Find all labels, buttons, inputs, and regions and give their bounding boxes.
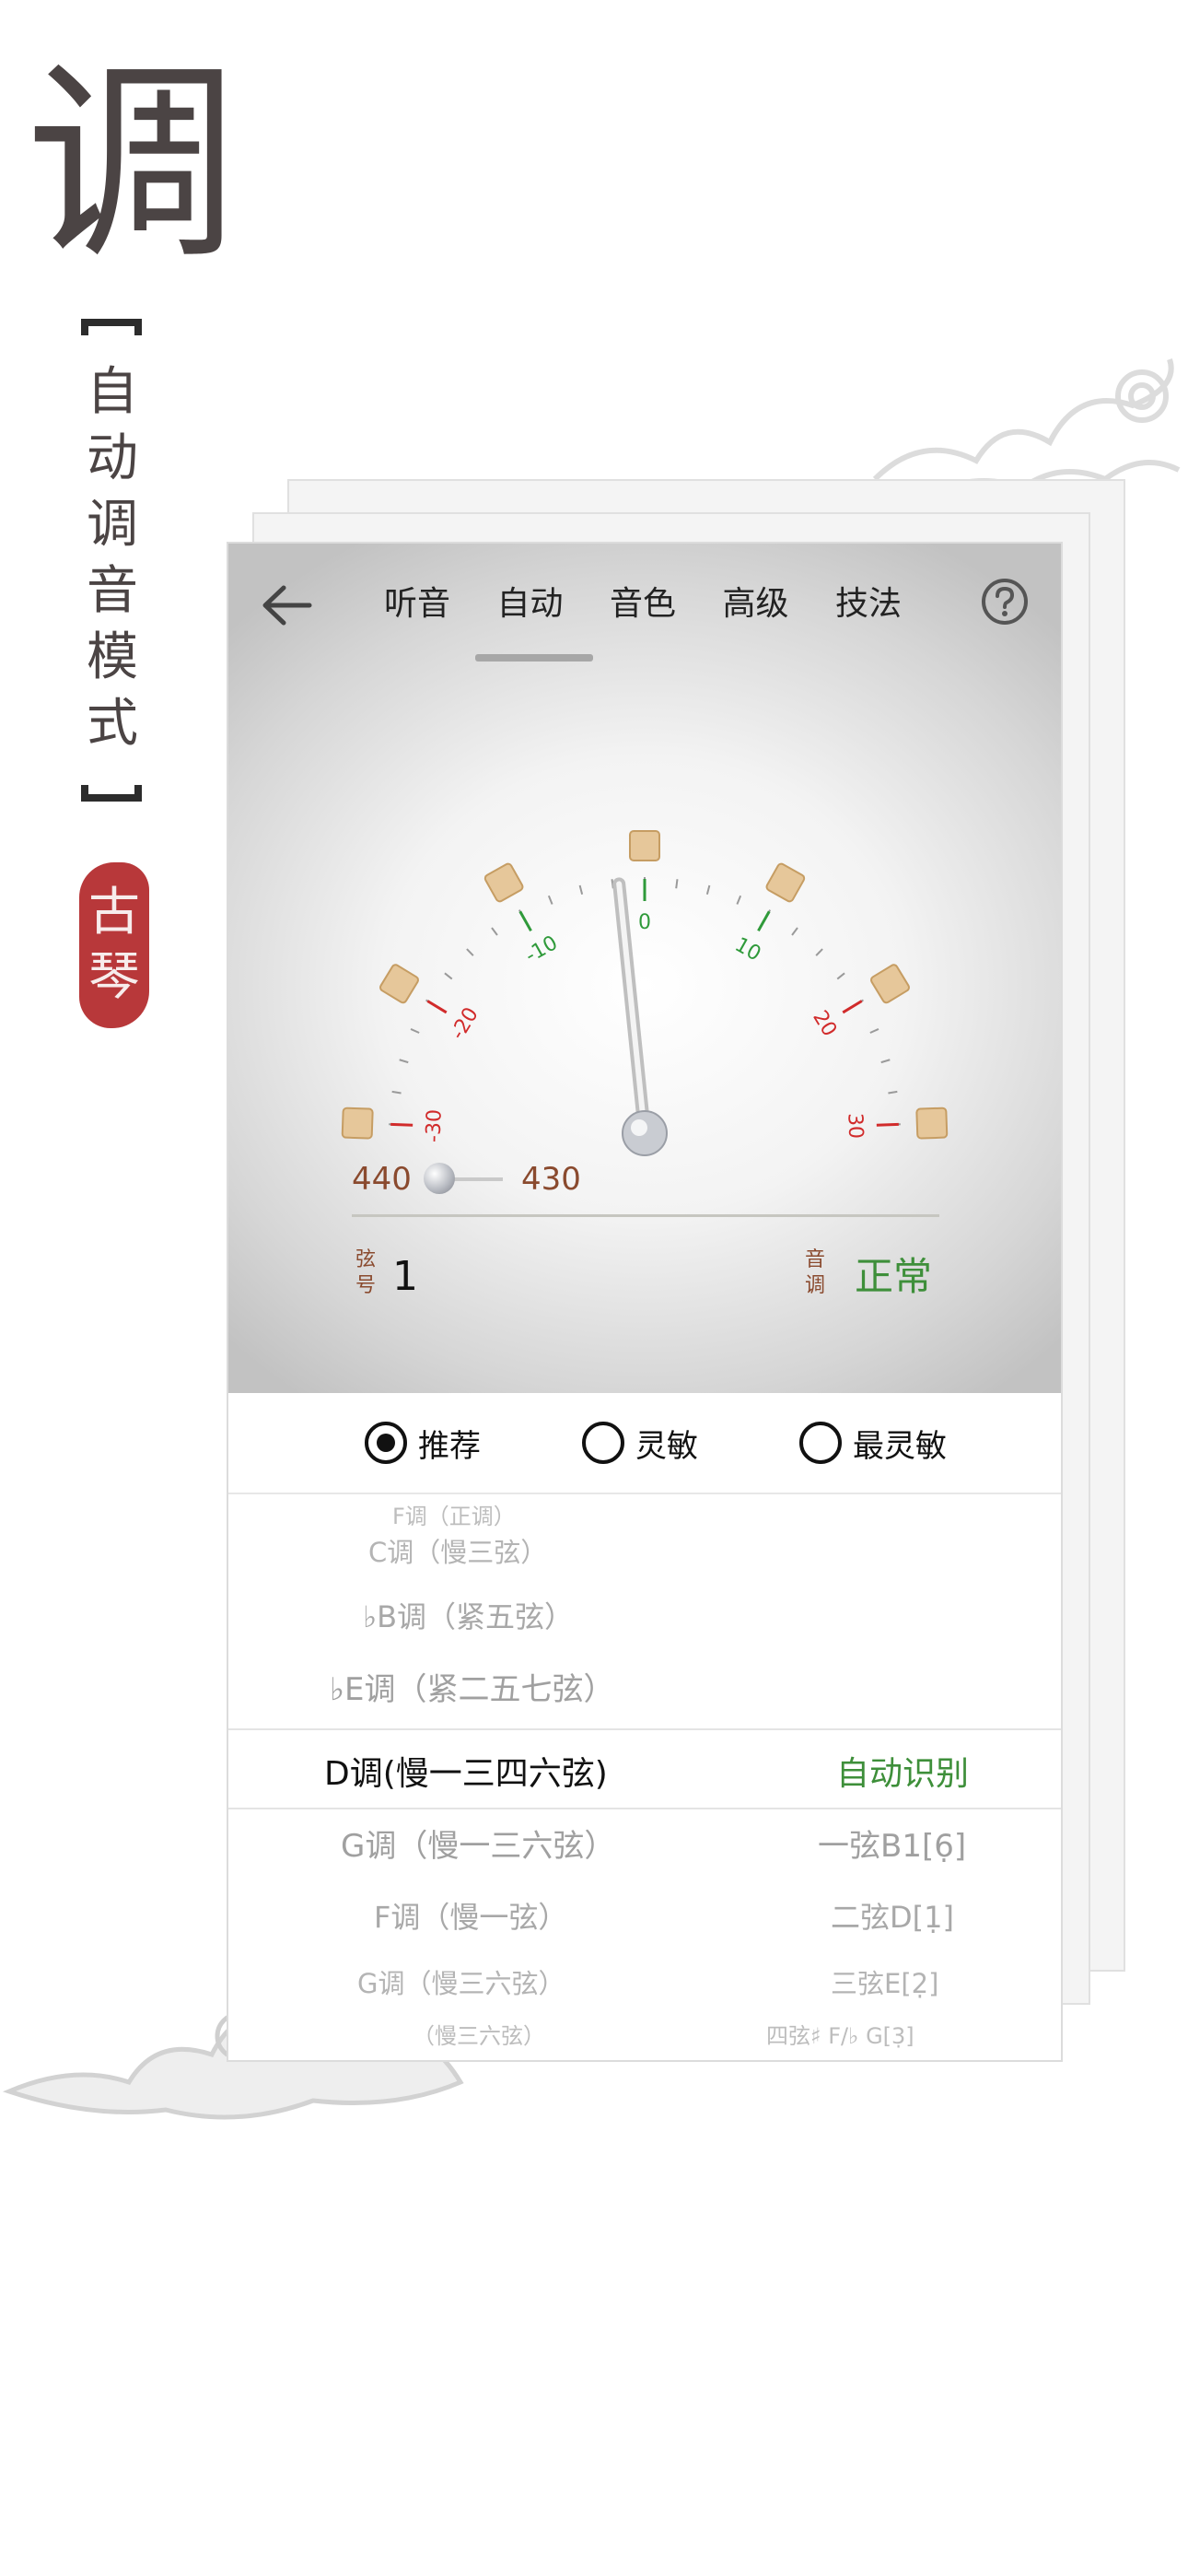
gauge-tick-label: -10 (521, 931, 562, 967)
key-option[interactable]: ♭B调（紧五弦） (363, 1594, 574, 1636)
gauge-tick-label: 0 (638, 911, 651, 934)
gauge-minor-tick (466, 948, 474, 956)
key-option[interactable]: C调（慢三弦） (368, 1531, 547, 1570)
tab-bar: 听音 自动 音色 高级 技法 (376, 577, 910, 632)
tone-status-value: 正常 (855, 1254, 933, 1299)
tuner-panel: 听音 自动 音色 高级 技法 -30 -20 -10 0 10 20 30 440 430 … (228, 544, 1061, 1393)
sensitivity-options: 推荐 灵敏 最灵敏 (228, 1393, 1061, 1494)
gauge-minor-tick (547, 895, 553, 905)
key-option[interactable]: G调（慢三六弦） (357, 1962, 565, 2001)
radio-sensitive[interactable] (582, 1422, 624, 1464)
instrument-seal: 古琴 (79, 862, 149, 1028)
gauge-minor-tick (815, 948, 823, 956)
tuning-peg (379, 964, 419, 1004)
option-most-sensitive[interactable]: 最灵敏 (799, 1417, 947, 1469)
needle-pivot-shine (631, 1119, 647, 1136)
key-option[interactable]: G调（慢一三六弦） (341, 1821, 615, 1866)
gauge-minor-tick (675, 879, 679, 889)
gauge-minor-tick (391, 1090, 402, 1095)
gauge-minor-tick (578, 884, 584, 895)
bracket-top (81, 319, 142, 335)
key-option[interactable]: （慢三六弦） (413, 2018, 545, 2050)
string-note: 二弦D[1̣] (831, 1900, 954, 1935)
gauge-major-tick (876, 1122, 899, 1127)
gauge-major-tick (842, 1000, 863, 1014)
string-note: 一弦B1[6̣] (818, 1828, 967, 1865)
reference-pitch-left: 440 (352, 1161, 412, 1198)
gauge-minor-tick (705, 884, 711, 895)
app-screen: 听音 自动 音色 高级 技法 -30 -20 -10 0 10 20 30 440 430 … (227, 542, 1063, 2062)
active-tab-indicator (475, 654, 593, 662)
gauge-minor-tick (399, 1059, 409, 1064)
gauge-minor-tick (888, 1090, 898, 1095)
radio-recommended[interactable] (365, 1422, 407, 1464)
gauge-major-tick (757, 910, 771, 932)
tuning-peg (915, 1107, 949, 1140)
reference-pitch-knob[interactable] (424, 1163, 455, 1194)
tab-technique[interactable]: 技法 (827, 577, 910, 632)
key-option[interactable]: ♭E调（紧二五七弦） (330, 1664, 615, 1709)
string-note: 三弦E[2̣] (831, 1968, 939, 1999)
reference-pitch-right: 430 (521, 1161, 581, 1198)
gauge-minor-tick (410, 1028, 420, 1034)
title-character: 调 (26, 42, 239, 288)
option-recommended-label: 推荐 (418, 1427, 481, 1465)
tuning-peg (341, 1107, 374, 1140)
gauge-major-tick (390, 1122, 413, 1127)
key-option[interactable]: F调（慢一弦） (374, 1894, 567, 1937)
gauge-minor-tick (444, 972, 453, 980)
gauge-minor-tick (869, 1028, 879, 1034)
radio-most-sensitive[interactable] (799, 1422, 842, 1464)
mode-title: 自动调音模式 (87, 362, 138, 754)
auto-detect-button[interactable]: 自动识别 (836, 1747, 969, 1795)
tuning-peg (483, 862, 524, 903)
gauge-minor-tick (736, 895, 742, 905)
tuning-peg (765, 862, 806, 903)
gauge-tick-label: 10 (731, 933, 765, 966)
current-key: D调(慢一三四六弦) (324, 1755, 608, 1793)
tab-timbre[interactable]: 音色 (601, 577, 684, 632)
tuning-peg (629, 830, 660, 861)
string-number-value: 1 (392, 1253, 418, 1300)
selected-key-row[interactable]: D调(慢一三四六弦) 自动识别 (228, 1728, 1061, 1809)
tone-label: 音调 (804, 1248, 825, 1297)
bracket-bottom (81, 785, 142, 802)
gauge-tick-label: -20 (447, 1003, 483, 1044)
option-most-sensitive-label: 最灵敏 (853, 1427, 947, 1465)
string-note: 四弦♯ F/♭ G[3̣] (766, 2023, 914, 2049)
tab-auto[interactable]: 自动 (489, 577, 572, 632)
gauge-minor-tick (836, 972, 845, 980)
gauge-major-tick (426, 1000, 448, 1014)
gauge-tick-label: 30 (843, 1113, 867, 1140)
string-number-label: 弦号 (355, 1248, 376, 1297)
back-arrow-icon[interactable] (258, 579, 317, 632)
option-sensitive-label: 灵敏 (635, 1427, 698, 1465)
tuning-peg (870, 964, 910, 1004)
option-sensitive[interactable]: 灵敏 (582, 1417, 698, 1469)
help-icon[interactable] (980, 577, 1030, 626)
option-recommended[interactable]: 推荐 (365, 1417, 481, 1469)
tab-advanced[interactable]: 高级 (715, 577, 798, 632)
gauge-tick-label: 20 (808, 1007, 841, 1041)
gauge-minor-tick (791, 927, 798, 936)
gauge-major-tick (518, 910, 532, 932)
key-picker[interactable]: F调（正调） C调（慢三弦） ♭B调（紧五弦） ♭E调（紧二五七弦） D调(慢一… (228, 1494, 1061, 2060)
key-option[interactable]: F调（正调） (392, 1498, 516, 1530)
tab-listen[interactable]: 听音 (376, 577, 459, 632)
tuning-gauge: -30 -20 -10 0 10 20 30 (341, 830, 949, 1156)
gauge-minor-tick (491, 927, 498, 936)
gauge-tick-label: -30 (423, 1109, 447, 1143)
gauge-minor-tick (880, 1059, 891, 1064)
divider-line (352, 1214, 939, 1217)
